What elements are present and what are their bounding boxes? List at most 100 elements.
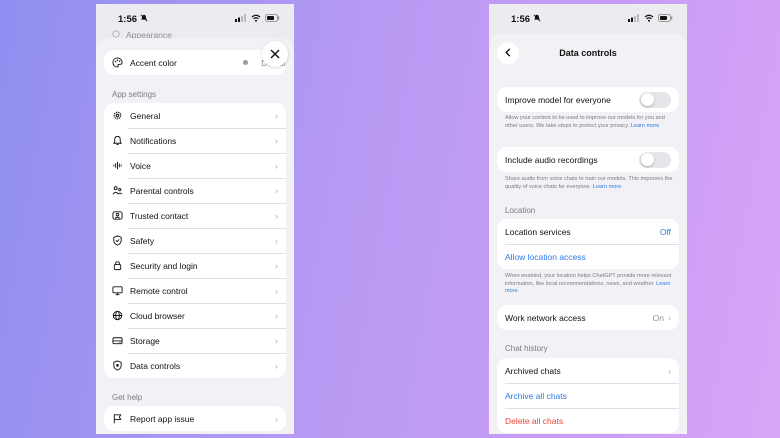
audio-recordings-row: Include audio recordings bbox=[497, 147, 679, 172]
silent-bell-icon bbox=[140, 14, 148, 25]
chevron-right-icon: › bbox=[275, 335, 278, 346]
toggle-knob bbox=[640, 153, 654, 166]
settings-item-data-controls[interactable]: Data controls › bbox=[104, 353, 286, 378]
family-icon bbox=[112, 185, 123, 196]
data-controls-screen: 1:56 Data controls Improve model for eve… bbox=[489, 4, 687, 434]
improve-model-toggle[interactable] bbox=[639, 91, 671, 108]
work-network-access-row[interactable]: Work network access On › bbox=[497, 305, 679, 330]
get-help-title: Get help bbox=[112, 393, 143, 402]
settings-item-label: Notifications bbox=[130, 135, 177, 146]
audio-recordings-label: Include audio recordings bbox=[505, 154, 598, 165]
delete-all-chats-label: Delete all chats bbox=[505, 415, 564, 426]
close-icon bbox=[270, 46, 280, 63]
waveform-icon bbox=[112, 160, 123, 171]
settings-item-general[interactable]: General › bbox=[104, 103, 286, 128]
settings-item-storage[interactable]: Storage › bbox=[104, 328, 286, 353]
palette-icon bbox=[112, 57, 123, 68]
allow-location-access-row[interactable]: Allow location access bbox=[497, 244, 679, 269]
settings-sheet: Accent color Default App settings Genera… bbox=[96, 38, 294, 434]
chevron-right-icon: › bbox=[275, 135, 278, 146]
audio-recordings-card: Include audio recordings bbox=[497, 147, 679, 172]
settings-item-voice[interactable]: Voice › bbox=[104, 153, 286, 178]
audio-recordings-desc-text: Share audio from voice chats to train ou… bbox=[505, 176, 673, 190]
battery-icon bbox=[658, 13, 673, 25]
settings-item-label: Trusted contact bbox=[130, 210, 189, 221]
location-services-row[interactable]: Location services Off bbox=[497, 219, 679, 244]
accent-color-row[interactable]: Accent color Default bbox=[104, 50, 286, 75]
settings-item-label: Data controls bbox=[130, 360, 181, 371]
toggle-knob bbox=[640, 93, 654, 106]
page-title: Data controls bbox=[559, 48, 617, 58]
data-shield-icon bbox=[112, 360, 123, 371]
contact-card-icon bbox=[112, 210, 123, 221]
chat-history-section-title: Chat history bbox=[505, 344, 548, 353]
status-time: 1:56 bbox=[118, 13, 138, 25]
chevron-right-icon: › bbox=[668, 312, 671, 323]
improve-model-description: Allow your content to be used to improve… bbox=[505, 115, 673, 130]
settings-item-label: General bbox=[130, 110, 161, 121]
settings-item-security-and-login[interactable]: Security and login › bbox=[104, 253, 286, 278]
settings-item-label: Storage bbox=[130, 335, 160, 346]
chevron-right-icon: › bbox=[275, 235, 278, 246]
gear-icon bbox=[112, 110, 123, 121]
settings-item-label: Voice bbox=[130, 160, 151, 171]
app-settings-title: App settings bbox=[112, 90, 157, 99]
archived-chats-row[interactable]: Archived chats › bbox=[497, 358, 679, 383]
chat-history-card: Archived chats › Archive all chats Delet… bbox=[497, 358, 679, 433]
settings-item-cloud-browser[interactable]: Cloud browser › bbox=[104, 303, 286, 328]
chevron-right-icon: › bbox=[275, 260, 278, 271]
chevron-right-icon: › bbox=[275, 185, 278, 196]
chevron-right-icon: › bbox=[275, 285, 278, 296]
chevron-right-icon: › bbox=[275, 413, 278, 424]
audio-learn-more-link[interactable]: Learn more bbox=[593, 184, 622, 190]
work-network-access-label: Work network access bbox=[505, 312, 586, 323]
allow-location-access-label: Allow location access bbox=[505, 251, 586, 262]
chevron-right-icon: › bbox=[275, 110, 278, 121]
improve-model-row: Improve model for everyone bbox=[497, 87, 679, 112]
signal-icon bbox=[235, 13, 247, 25]
chevron-right-icon: › bbox=[275, 160, 278, 171]
location-card: Location services Off Allow location acc… bbox=[497, 219, 679, 269]
settings-item-trusted-contact[interactable]: Trusted contact › bbox=[104, 203, 286, 228]
settings-item-label: Security and login bbox=[130, 260, 198, 271]
archived-chats-label: Archived chats bbox=[505, 365, 561, 376]
accent-swatch bbox=[243, 60, 249, 65]
help-item-label: Report app issue bbox=[130, 413, 195, 424]
settings-item-safety[interactable]: Safety › bbox=[104, 228, 286, 253]
audio-recordings-description: Share audio from voice chats to train ou… bbox=[505, 176, 673, 191]
status-time: 1:56 bbox=[511, 13, 531, 25]
improve-model-learn-more-link[interactable]: Learn more bbox=[631, 123, 660, 129]
status-bar: 1:56 bbox=[489, 4, 687, 34]
settings-item-notifications[interactable]: Notifications › bbox=[104, 128, 286, 153]
work-network-card: Work network access On › bbox=[497, 305, 679, 330]
archive-all-chats-row[interactable]: Archive all chats bbox=[497, 383, 679, 408]
audio-recordings-toggle[interactable] bbox=[639, 151, 671, 168]
accent-color-label: Accent color bbox=[130, 57, 177, 68]
accent-card: Accent color Default bbox=[104, 50, 286, 75]
wifi-icon bbox=[251, 14, 261, 25]
work-network-access-value: On bbox=[652, 312, 664, 323]
lock-icon bbox=[112, 260, 123, 271]
chevron-right-icon: › bbox=[275, 210, 278, 221]
delete-all-chats-row[interactable]: Delete all chats bbox=[497, 408, 679, 433]
close-button[interactable] bbox=[262, 41, 288, 67]
settings-item-parental-controls[interactable]: Parental controls › bbox=[104, 178, 286, 203]
monitor-icon bbox=[112, 285, 123, 296]
archive-all-chats-label: Archive all chats bbox=[505, 390, 567, 401]
shield-icon bbox=[112, 235, 123, 246]
flag-icon bbox=[112, 413, 123, 424]
location-services-label: Location services bbox=[505, 226, 571, 237]
location-description: When enabled, your location helps ChatGP… bbox=[505, 273, 673, 296]
improve-model-label: Improve model for everyone bbox=[505, 94, 611, 105]
improve-model-card: Improve model for everyone bbox=[497, 87, 679, 112]
location-section-title: Location bbox=[505, 206, 536, 215]
help-item-report-app-issue[interactable]: Report app issue › bbox=[104, 406, 286, 431]
bell-icon bbox=[112, 135, 123, 146]
settings-item-label: Parental controls bbox=[130, 185, 194, 196]
chevron-right-icon: › bbox=[275, 310, 278, 321]
settings-item-label: Safety bbox=[130, 235, 155, 246]
globe-icon bbox=[112, 310, 123, 321]
app-settings-card: General › Notifications › Voice › Parent… bbox=[104, 103, 286, 378]
wifi-icon bbox=[644, 14, 654, 25]
settings-item-remote-control[interactable]: Remote control › bbox=[104, 278, 286, 303]
